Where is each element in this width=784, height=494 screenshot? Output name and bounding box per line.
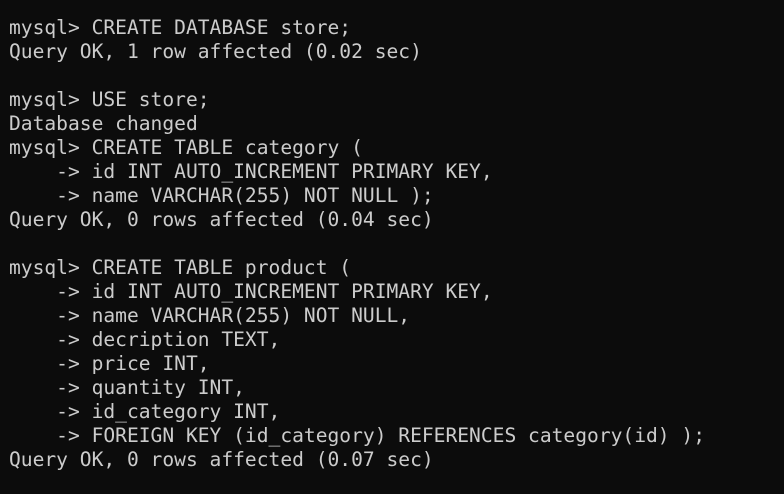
- terminal-window[interactable]: mysql> CREATE DATABASE store; Query OK, …: [0, 0, 784, 494]
- terminal-line-command: mysql> CREATE TABLE product (: [9, 256, 352, 279]
- terminal-line-continuation: -> decription TEXT,: [9, 328, 281, 351]
- terminal-line-command: mysql> CREATE TABLE category (: [9, 136, 363, 159]
- terminal-line-output: Query OK, 0 rows affected (0.07 sec): [9, 448, 434, 471]
- terminal-line-continuation: -> FOREIGN KEY (id_category) REFERENCES …: [9, 424, 705, 447]
- terminal-line-continuation: -> name VARCHAR(255) NOT NULL,: [9, 304, 411, 327]
- terminal-line-output: Database changed: [9, 112, 198, 135]
- terminal-line-continuation: -> id_category INT,: [9, 400, 281, 423]
- terminal-line-continuation: -> quantity INT,: [9, 376, 245, 399]
- terminal-line-continuation: -> price INT,: [9, 352, 210, 375]
- terminal-line-continuation: -> id INT AUTO_INCREMENT PRIMARY KEY,: [9, 160, 493, 183]
- terminal-line-command: mysql> CREATE DATABASE store;: [9, 16, 352, 39]
- terminal-line-continuation: -> id INT AUTO_INCREMENT PRIMARY KEY,: [9, 280, 493, 303]
- terminal-line-output: Query OK, 1 row affected (0.02 sec): [9, 40, 422, 63]
- terminal-line-continuation: -> name VARCHAR(255) NOT NULL );: [9, 184, 434, 207]
- terminal-line-command: mysql> USE store;: [9, 88, 210, 111]
- terminal-line-output: Query OK, 0 rows affected (0.04 sec): [9, 208, 434, 231]
